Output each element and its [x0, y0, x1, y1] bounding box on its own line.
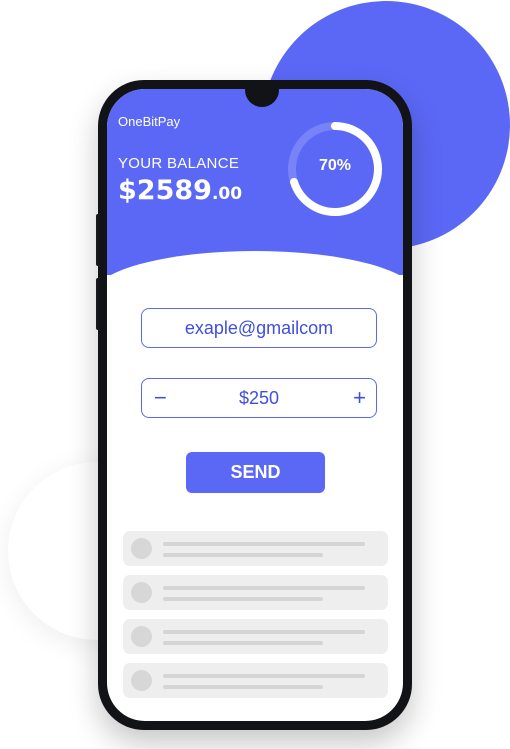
plus-button[interactable]: +	[353, 379, 366, 417]
list-avatar	[131, 670, 152, 691]
list-item[interactable]	[123, 663, 388, 698]
amount-stepper[interactable]: $250 − +	[141, 378, 377, 418]
list-item[interactable]	[123, 531, 388, 566]
amount-value: $250	[238, 388, 280, 408]
email-field[interactable]: exaple@gmailcom	[141, 308, 377, 348]
minus-button[interactable]: −	[154, 379, 167, 417]
balance-amount-cents: .00	[211, 184, 243, 204]
phone-screen: OneBitPay YOUR BALANCE $2589.00 70% exap…	[107, 89, 403, 721]
list-text-line	[163, 674, 365, 678]
list-text-line	[163, 597, 323, 601]
list-text-line	[163, 586, 365, 590]
list-text-line	[163, 553, 323, 557]
balance-amount-main: $2589	[118, 175, 212, 206]
balance-label: YOUR BALANCE	[118, 155, 240, 172]
list-text-line	[163, 630, 365, 634]
app-stage: OneBitPay YOUR BALANCE $2589.00 70% exap…	[0, 0, 510, 749]
list-avatar	[131, 582, 152, 603]
list-text-line	[163, 685, 323, 689]
list-text-line	[163, 542, 365, 546]
list-item[interactable]	[123, 619, 388, 654]
list-item[interactable]	[123, 575, 388, 610]
phone-frame: OneBitPay YOUR BALANCE $2589.00 70% exap…	[98, 80, 412, 730]
list-avatar	[131, 538, 152, 559]
list-avatar	[131, 626, 152, 647]
send-button[interactable]: SEND	[186, 452, 325, 493]
list-text-line	[163, 641, 323, 645]
balance-value: $2589.00	[118, 175, 242, 206]
progress-percent-text: 70%	[318, 157, 352, 174]
app-title: OneBitPay	[118, 114, 181, 129]
